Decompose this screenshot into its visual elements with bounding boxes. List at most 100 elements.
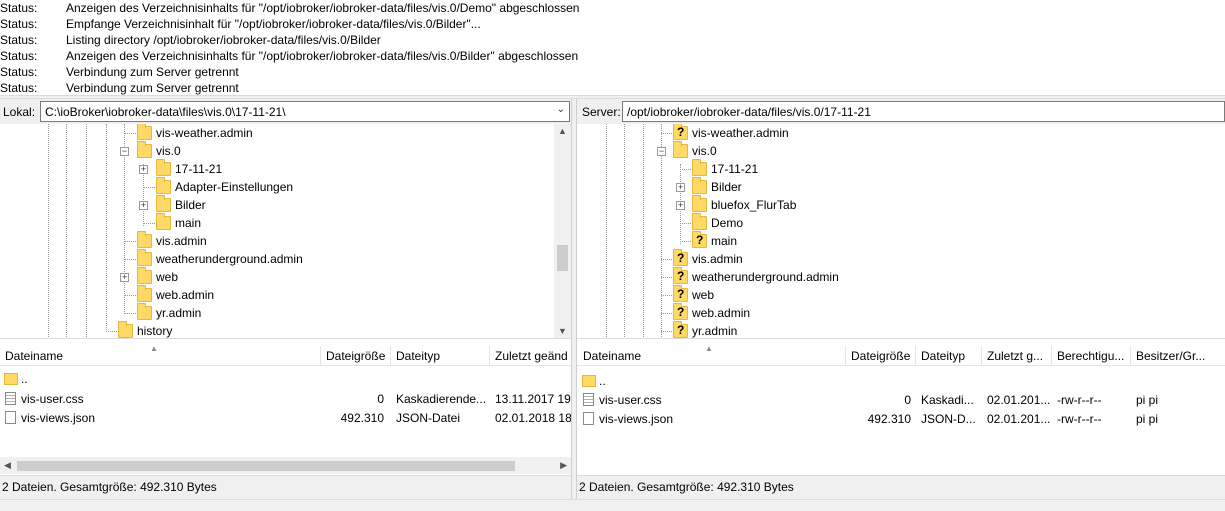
folder-icon bbox=[156, 213, 171, 230]
queue-splitter[interactable] bbox=[0, 499, 1225, 511]
remote-tree: vis-weather.admin − vis.0 17-11-21 + Bil… bbox=[577, 124, 1225, 339]
column-header-size[interactable]: Dateigröße bbox=[326, 349, 388, 363]
tree-item-label: web.admin bbox=[156, 288, 215, 302]
folder-unknown-icon bbox=[673, 303, 688, 320]
expand-icon[interactable]: + bbox=[676, 201, 685, 210]
local-list-hscrollbar[interactable]: ◀ ▶ bbox=[0, 457, 571, 474]
log-message: Empfange Verzeichnisinhalt für "/opt/iob… bbox=[66, 17, 481, 31]
folder-icon bbox=[156, 195, 171, 212]
column-separator[interactable] bbox=[390, 346, 391, 366]
tree-item-label: vis-weather.admin bbox=[156, 126, 253, 140]
list-item[interactable]: vis-user.css 0 Kaskadierende... 13.11.20… bbox=[0, 389, 571, 408]
tree-guide bbox=[661, 313, 672, 314]
folder-icon bbox=[692, 177, 707, 194]
file-owner: pi pi bbox=[1136, 412, 1159, 426]
list-item-parent[interactable]: .. bbox=[577, 371, 1225, 390]
scroll-right-icon[interactable]: ▶ bbox=[560, 460, 567, 471]
tree-guide bbox=[606, 124, 607, 338]
tree-guide bbox=[124, 259, 136, 260]
folder-icon bbox=[137, 249, 152, 266]
remote-pathbar: Server: /opt/iobroker/iobroker-data/file… bbox=[577, 99, 1225, 124]
column-header-size[interactable]: Dateigröße bbox=[851, 349, 913, 363]
column-header-owner[interactable]: Besitzer/Gr... bbox=[1136, 349, 1224, 363]
folder-icon bbox=[4, 373, 18, 385]
scrollbar-thumb[interactable] bbox=[17, 461, 515, 471]
folder-icon bbox=[582, 375, 596, 387]
tree-guide bbox=[624, 124, 625, 338]
folder-icon bbox=[137, 303, 152, 320]
column-header-modified[interactable]: Zuletzt g... bbox=[987, 349, 1049, 363]
tree-item-label: vis.admin bbox=[156, 234, 207, 248]
log-key: Status: bbox=[0, 81, 38, 95]
tree-item-label: main bbox=[175, 216, 202, 230]
css-file-icon bbox=[583, 393, 594, 406]
column-separator[interactable] bbox=[915, 346, 916, 366]
file-name: .. bbox=[21, 372, 28, 386]
folder-unknown-icon bbox=[673, 267, 688, 284]
folder-icon bbox=[156, 177, 171, 194]
local-path-input[interactable]: C:\ioBroker\iobroker-data\files\vis.0\17… bbox=[40, 101, 570, 122]
scroll-left-icon[interactable]: ◀ bbox=[4, 460, 11, 471]
tree-item-label: 17-11-21 bbox=[175, 162, 223, 176]
tree-item-label: vis.0 bbox=[692, 144, 717, 158]
column-separator[interactable] bbox=[1051, 346, 1052, 366]
tree-guide bbox=[143, 223, 155, 224]
message-log: Status: Anzeigen des Verzeichnisinhalts f… bbox=[0, 0, 1225, 96]
column-separator[interactable] bbox=[489, 346, 490, 366]
tree-guide bbox=[661, 259, 672, 260]
column-header-permissions[interactable]: Berechtigu... bbox=[1057, 349, 1129, 363]
tree-item-label: web.admin bbox=[692, 306, 751, 320]
folder-unknown-icon bbox=[673, 124, 688, 140]
column-separator[interactable] bbox=[1130, 346, 1131, 366]
css-file-icon bbox=[5, 392, 16, 405]
expand-icon[interactable]: + bbox=[139, 165, 148, 174]
log-message: Anzeigen des Verzeichnisinhalts für "/op… bbox=[66, 1, 580, 15]
tree-item-label: web bbox=[156, 270, 179, 284]
tree-item-17-11-21[interactable]: + 17-11-21 bbox=[0, 159, 571, 178]
tree-item-label: history bbox=[137, 324, 173, 338]
folder-icon bbox=[692, 159, 707, 176]
tree-guide bbox=[661, 133, 672, 134]
expand-icon[interactable]: + bbox=[139, 201, 148, 210]
collapse-icon[interactable]: − bbox=[120, 147, 129, 156]
column-header-type[interactable]: Dateityp bbox=[396, 349, 484, 363]
local-status: 2 Dateien. Gesamtgröße: 492.310 Bytes bbox=[0, 475, 571, 499]
tree-item-label: yr.admin bbox=[692, 324, 738, 338]
column-separator[interactable] bbox=[981, 346, 982, 366]
list-item[interactable]: vis-views.json 492.310 JSON-Datei 02.01.… bbox=[0, 408, 571, 427]
folder-icon bbox=[118, 321, 133, 338]
tree-guide bbox=[124, 241, 136, 242]
tree-guide bbox=[48, 124, 49, 338]
scrollbar-thumb[interactable] bbox=[557, 245, 568, 271]
scroll-down-icon[interactable]: ▼ bbox=[558, 326, 567, 336]
folder-icon bbox=[137, 124, 152, 140]
column-header-type[interactable]: Dateityp bbox=[921, 349, 977, 363]
expand-icon[interactable]: + bbox=[120, 273, 129, 282]
scroll-up-icon[interactable]: ▲ bbox=[558, 126, 567, 136]
expand-icon[interactable]: + bbox=[676, 183, 685, 192]
folder-icon bbox=[156, 159, 171, 176]
list-item[interactable]: vis-views.json 492.310 JSON-D... 02.01.2… bbox=[577, 409, 1225, 428]
chevron-down-icon[interactable]: ⌄ bbox=[557, 104, 565, 115]
column-header-filename[interactable]: Dateiname bbox=[5, 349, 305, 363]
log-key: Status: bbox=[0, 33, 38, 47]
tree-guide bbox=[680, 241, 691, 242]
remote-path-input[interactable]: /opt/iobroker/iobroker-data/files/vis.0/… bbox=[622, 101, 1225, 122]
local-tree-scrollbar[interactable]: ▲ ▼ bbox=[554, 124, 571, 338]
column-header-modified[interactable]: Zuletzt geänd bbox=[495, 349, 570, 363]
list-item-parent[interactable]: .. bbox=[0, 369, 571, 388]
list-item[interactable]: vis-user.css 0 Kaskadi... 02.01.201... -… bbox=[577, 390, 1225, 409]
file-permissions: -rw-r--r-- bbox=[1057, 393, 1102, 407]
remote-status: 2 Dateien. Gesamtgröße: 492.310 Bytes bbox=[577, 475, 1225, 499]
log-key: Status: bbox=[0, 17, 38, 31]
collapse-icon[interactable]: − bbox=[657, 147, 666, 156]
column-header-filename[interactable]: Dateiname bbox=[583, 349, 843, 363]
file-name: vis-user.css bbox=[599, 393, 662, 407]
column-separator[interactable] bbox=[320, 346, 321, 366]
tree-item-label: weatherunderground.admin bbox=[156, 252, 303, 266]
local-path-value: C:\ioBroker\iobroker-data\files\vis.0\17… bbox=[45, 105, 286, 119]
file-size: 492.310 bbox=[867, 412, 911, 426]
column-separator[interactable] bbox=[845, 346, 846, 366]
folder-unknown-icon bbox=[692, 231, 707, 248]
log-message: Listing directory /opt/iobroker/iobroker… bbox=[66, 33, 381, 47]
